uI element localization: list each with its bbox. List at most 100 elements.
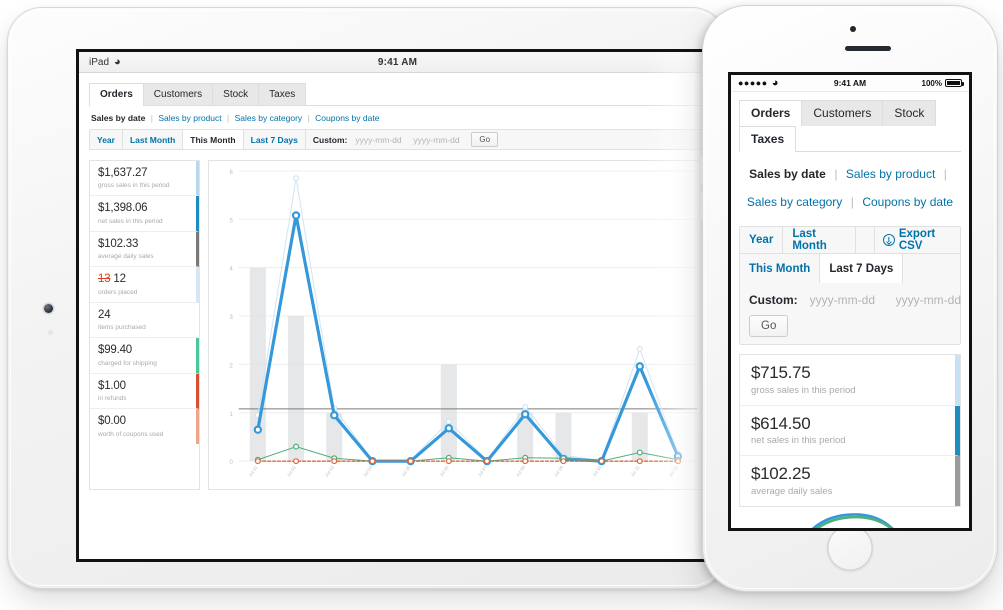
- subnav-sales-by-category[interactable]: Sales by category: [747, 195, 842, 209]
- stat-label: net sales in this period: [98, 217, 163, 225]
- iphone-volume-down-button[interactable]: [699, 192, 703, 220]
- svg-text:6: 6: [229, 170, 233, 176]
- iphone-camera-icon: [818, 44, 826, 52]
- tab-orders[interactable]: Orders: [89, 83, 144, 106]
- ipad-stats-sidebar: $1,637.27 gross sales in this period $1,…: [89, 160, 200, 490]
- iphone-subnav-row-1: Sales by date | Sales by product |: [741, 160, 959, 188]
- svg-text:3: 3: [229, 315, 233, 321]
- svg-text:Jul 11: Jul 11: [630, 464, 641, 477]
- iphone-device: ●●●●● ◕ 9:41 AM 100% Orders Customers St…: [699, 6, 997, 591]
- subnav-coupons-by-date[interactable]: Coupons by date: [862, 195, 953, 209]
- range-button-year[interactable]: Year: [740, 227, 784, 253]
- stat-label: net sales in this period: [751, 435, 846, 447]
- custom-date-to-input[interactable]: [411, 133, 464, 146]
- tab-stock[interactable]: Stock: [212, 83, 260, 105]
- stat-value: $614.50: [751, 413, 811, 433]
- svg-text:Jul 08: Jul 08: [515, 464, 526, 477]
- export-csv-button[interactable]: Export CSV: [875, 227, 960, 253]
- tab-taxes[interactable]: Taxes: [258, 83, 307, 105]
- ipad-tabs: Orders Customers Stock Taxes: [89, 82, 706, 106]
- tab-stock[interactable]: Stock: [882, 100, 937, 126]
- stat-value: $102.33: [98, 237, 139, 250]
- svg-text:1: 1: [229, 412, 233, 418]
- subnav-coupons-by-date[interactable]: Coupons by date: [315, 113, 379, 123]
- iphone-custom-range-group: Custom:: [740, 283, 969, 308]
- ipad-status-time: 9:41 AM: [377, 56, 418, 68]
- stat-value-current: 12: [113, 273, 126, 286]
- tab-customers[interactable]: Customers: [801, 100, 884, 126]
- subnav-sales-by-date[interactable]: Sales by date: [749, 167, 826, 181]
- stat-value: $715.75: [751, 363, 811, 382]
- iphone-status-bar: ●●●●● ◕ 9:41 AM 100%: [731, 75, 969, 92]
- iphone-tabs-row-2: Taxes: [739, 125, 961, 152]
- stat-items-purchased[interactable]: 24 items purchased: [90, 302, 199, 339]
- stat-gross-sales[interactable]: $1,637.27 gross sales in this period: [90, 161, 199, 197]
- stat-value-struck: 13: [98, 273, 111, 286]
- ipad-screen: iPad ◕ 9:41 AM Orders Customers Stock Ta…: [76, 49, 716, 562]
- ipad-subnav: Sales by date | Sales by product | Sales…: [89, 106, 706, 129]
- svg-text:Jul 07: Jul 07: [477, 464, 488, 477]
- stat-refunds[interactable]: $1.00 in refunds: [90, 373, 199, 410]
- iphone-volume-up-button[interactable]: [699, 156, 703, 184]
- custom-date-from-input[interactable]: [807, 292, 884, 308]
- go-button[interactable]: Go: [749, 315, 789, 337]
- stat-net-sales[interactable]: $614.50 net sales in this period: [740, 405, 960, 457]
- stat-label: in refunds: [98, 395, 127, 403]
- iphone-home-button[interactable]: [827, 525, 873, 571]
- stat-value: $1,637.27: [98, 167, 148, 179]
- svg-text:Jul 09: Jul 09: [553, 464, 564, 477]
- svg-text:Jul 01: Jul 01: [248, 464, 259, 477]
- stat-value: $99.40: [98, 344, 132, 357]
- subnav-sales-by-product[interactable]: Sales by product: [158, 113, 221, 123]
- subnav-separator: |: [227, 113, 230, 123]
- range-button-last-month[interactable]: Last Month: [123, 130, 184, 149]
- stat-coupons-used[interactable]: $0.00 worth of coupons used: [90, 409, 199, 444]
- range-button-year[interactable]: Year: [90, 130, 123, 149]
- stat-label: charged for shipping: [98, 359, 157, 367]
- stat-net-sales[interactable]: $1,398.06 net sales in this period: [90, 196, 199, 232]
- screenshot-stage: iPad ◕ 9:41 AM Orders Customers Stock Ta…: [0, 0, 1003, 610]
- ipad-status-bar: iPad ◕ 9:41 AM: [79, 52, 716, 73]
- iphone-range-row-1: Year Last Month Export CSV: [740, 227, 960, 253]
- range-button-last-month[interactable]: Last Month: [783, 227, 856, 253]
- custom-date-from-input[interactable]: [353, 133, 406, 146]
- svg-text:5: 5: [229, 218, 233, 224]
- custom-date-to-input[interactable]: [893, 292, 969, 308]
- svg-text:2: 2: [229, 363, 232, 369]
- range-button-this-month[interactable]: This Month: [740, 254, 821, 283]
- iphone-app-content: Orders Customers Stock Taxes Sales by da…: [731, 92, 969, 528]
- download-circle-icon: [882, 234, 895, 246]
- stat-label: orders placed: [98, 288, 138, 296]
- tab-customers[interactable]: Customers: [142, 83, 214, 105]
- subnav-sales-by-category[interactable]: Sales by category: [235, 113, 303, 123]
- custom-range-group: Custom: Go: [306, 130, 505, 149]
- stat-value: $1,398.06: [98, 202, 148, 215]
- stat-label: items purchased: [98, 324, 146, 332]
- stat-charged-for-shipping[interactable]: $99.40 charged for shipping: [90, 338, 199, 374]
- stat-gross-sales[interactable]: $715.75 gross sales in this period: [740, 355, 960, 406]
- subnav-sales-by-product[interactable]: Sales by product: [846, 167, 935, 181]
- iphone-tabs-row-1: Orders Customers Stock: [739, 100, 961, 126]
- subnav-separator: |: [850, 195, 854, 209]
- iphone-range-filter-box: Year Last Month Export CSV This Month La…: [739, 226, 969, 345]
- range-button-last-7-days[interactable]: Last 7 Days: [244, 130, 306, 149]
- tab-taxes[interactable]: Taxes: [739, 126, 797, 152]
- go-button[interactable]: Go: [471, 132, 499, 147]
- stat-average-daily-sales[interactable]: $102.25 average daily sales: [740, 456, 960, 506]
- range-button-this-month[interactable]: This Month: [183, 130, 244, 149]
- stat-average-daily-sales[interactable]: $102.33 average daily sales: [90, 231, 199, 268]
- tab-orders[interactable]: Orders: [739, 100, 803, 126]
- range-row-spacer: [856, 227, 875, 253]
- custom-range-label: Custom:: [312, 134, 348, 145]
- custom-range-label: Custom:: [749, 293, 798, 307]
- svg-text:Jul 10: Jul 10: [591, 464, 602, 477]
- svg-text:Jul 12: Jul 12: [668, 464, 679, 477]
- subnav-separator: |: [150, 113, 153, 123]
- ipad-sales-chart[interactable]: 0 1 2 3 4 5 6 Jul 01 Jul 02 Jul 03 Jul 04 Jul 05 Jul…: [208, 160, 706, 490]
- range-button-last-7-days[interactable]: Last 7 Days: [820, 254, 904, 283]
- ipad-app-content: Orders Customers Stock Taxes Sales by da…: [79, 73, 716, 559]
- svg-text:Jul 06: Jul 06: [439, 464, 450, 477]
- stat-orders-placed[interactable]: 13 12 orders placed: [90, 267, 199, 303]
- sales-chart-svg: 0 1 2 3 4 5 6 Jul 01 Jul 02 Jul 03 Jul 04 Jul 05 Jul…: [229, 170, 698, 478]
- subnav-sales-by-date[interactable]: Sales by date: [91, 113, 145, 123]
